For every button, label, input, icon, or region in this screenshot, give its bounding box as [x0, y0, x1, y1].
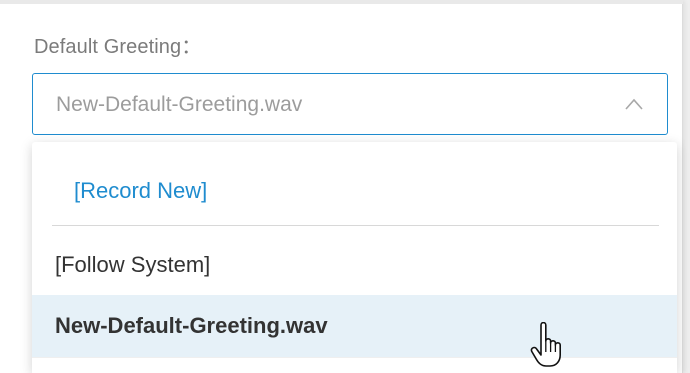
- option-label: [Record New]: [74, 178, 208, 203]
- dropdown-bottom-edge: [32, 357, 677, 373]
- dropdown-divider: [52, 225, 659, 226]
- greeting-dropdown-menu: [Record New] [Follow System] New-Default…: [32, 142, 677, 373]
- panel-top-border: [0, 0, 683, 4]
- dropdown-option-follow-system[interactable]: [Follow System]: [32, 236, 677, 296]
- select-current-value: New-Default-Greeting.wav: [56, 93, 303, 116]
- default-greeting-select[interactable]: New-Default-Greeting.wav: [32, 73, 668, 135]
- greeting-settings-panel: Default Greeting： New-Default-Greeting.w…: [0, 0, 683, 373]
- default-greeting-label: Default Greeting：: [34, 36, 202, 58]
- hand-pointer-icon: [530, 322, 561, 367]
- option-label: [Follow System]: [55, 252, 211, 277]
- option-label: New-Default-Greeting.wav: [55, 313, 328, 338]
- dropdown-option-record-new[interactable]: [Record New]: [32, 160, 677, 222]
- dropdown-option-new-default-greeting[interactable]: New-Default-Greeting.wav: [32, 295, 677, 357]
- chevron-up-icon[interactable]: [623, 94, 645, 116]
